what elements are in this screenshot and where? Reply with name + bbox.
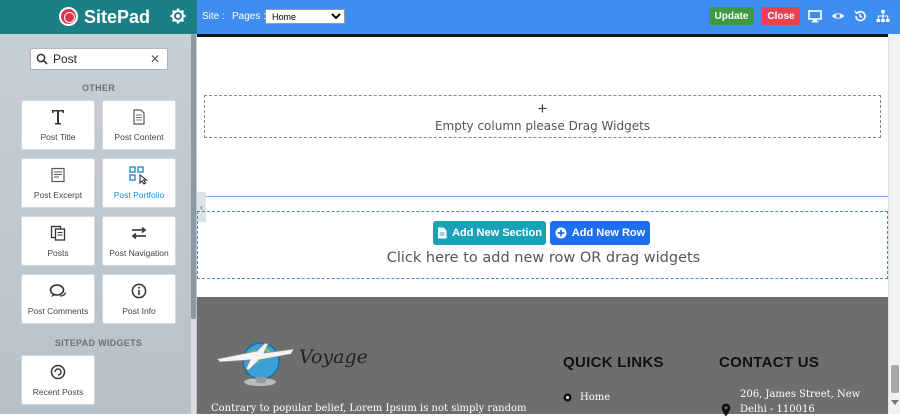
contact-us-title: CONTACT US	[719, 354, 820, 371]
scroll-down-arrow-icon[interactable]	[891, 400, 899, 405]
portfolio-icon	[128, 165, 150, 185]
search-icon	[31, 53, 53, 65]
sidebar-header: SitePad	[0, 0, 197, 34]
contact-address: 206, James Street, New Delhi - 110016	[721, 389, 860, 417]
preview-eye-icon[interactable]	[831, 9, 845, 23]
sidebar-scrollbar-thumb[interactable]	[191, 34, 196, 319]
editor-canvas: + Empty column please Drag Widgets ‹ Add…	[197, 34, 888, 417]
section-divider	[197, 34, 888, 37]
widget-post-navigation[interactable]: Post Navigation	[102, 216, 176, 266]
update-button[interactable]: Update	[709, 7, 754, 25]
widget-post-info[interactable]: Post Info	[102, 274, 176, 324]
sidebar-scrollbar[interactable]	[191, 34, 196, 414]
document-icon	[132, 107, 146, 127]
brand-name: SitePad	[84, 7, 151, 27]
canvas-scrollbar-thumb[interactable]	[891, 365, 899, 393]
add-widget-plus-icon[interactable]: +	[205, 100, 880, 117]
add-new-row-button[interactable]: Add New Row	[550, 221, 650, 245]
history-icon[interactable]	[853, 9, 867, 23]
bullet-circle-icon	[563, 393, 572, 402]
posts-icon	[50, 223, 66, 243]
map-pin-icon	[721, 403, 731, 417]
editor-toolbar: Site : Pages : Home Update Close	[197, 0, 900, 34]
footer-about-text: Contrary to popular belief, Lorem Ipsum …	[211, 403, 527, 414]
search-input[interactable]	[53, 52, 148, 66]
address-line-2: Delhi - 110016	[740, 404, 815, 415]
add-row-dropzone[interactable]: Add New Section Add New Row Click here t…	[197, 211, 888, 279]
widget-posts[interactable]: Posts	[21, 216, 95, 266]
empty-column-dropzone[interactable]: + Empty column please Drag Widgets	[204, 95, 881, 138]
widget-post-content[interactable]: Post Content	[102, 100, 176, 150]
sitemap-icon[interactable]	[876, 9, 890, 23]
widget-post-comments[interactable]: Post Comments	[21, 274, 95, 324]
footer-link-home[interactable]: Home	[563, 392, 610, 403]
site-label: Site :	[202, 11, 225, 22]
canvas-scrollbar[interactable]	[888, 34, 900, 414]
navigation-arrows-icon	[130, 223, 148, 243]
address-line-1: 206, James Street, New	[740, 389, 861, 400]
row-boundary-line	[197, 196, 888, 197]
widget-post-portfolio[interactable]: Post Portfolio	[102, 158, 176, 208]
section-document-icon	[438, 227, 447, 239]
add-row-hint: Click here to add new row OR drag widget…	[386, 250, 701, 266]
pages-label: Pages :	[232, 11, 266, 22]
plus-circle-icon	[555, 227, 567, 239]
recent-posts-icon	[50, 362, 66, 382]
sitepad-logo-icon	[59, 7, 78, 26]
excerpt-icon	[50, 165, 66, 185]
group-title-sitepad-widgets: SITEPAD WIDGETS	[54, 338, 143, 348]
widget-post-excerpt[interactable]: Post Excerpt	[21, 158, 95, 208]
group-title-other: OTHER	[82, 83, 115, 93]
voyage-logo-text: Voyage	[299, 346, 368, 368]
widget-search: ✕	[30, 48, 168, 70]
quick-links-title: QUICK LINKS	[563, 354, 664, 371]
gear-icon[interactable]	[170, 8, 186, 24]
voyage-logo-globe-icon	[216, 342, 295, 386]
clear-search-icon[interactable]: ✕	[150, 52, 160, 66]
widget-post-title[interactable]: Post Title	[21, 100, 95, 150]
widget-recent-posts[interactable]: Recent Posts	[21, 355, 95, 405]
add-new-section-button[interactable]: Add New Section	[433, 221, 546, 245]
comments-icon	[49, 281, 67, 301]
close-button[interactable]: Close	[762, 7, 800, 25]
sidebar: SitePad ✕ OTHER Post Title Post	[0, 0, 197, 414]
info-icon	[131, 281, 147, 301]
desktop-view-icon[interactable]	[808, 9, 822, 23]
pages-select[interactable]: Home	[265, 9, 345, 24]
empty-column-text: Empty column please Drag Widgets	[434, 119, 651, 133]
title-icon	[50, 107, 66, 127]
footer-preview: Voyage Contrary to popular belief, Lorem…	[197, 297, 888, 417]
